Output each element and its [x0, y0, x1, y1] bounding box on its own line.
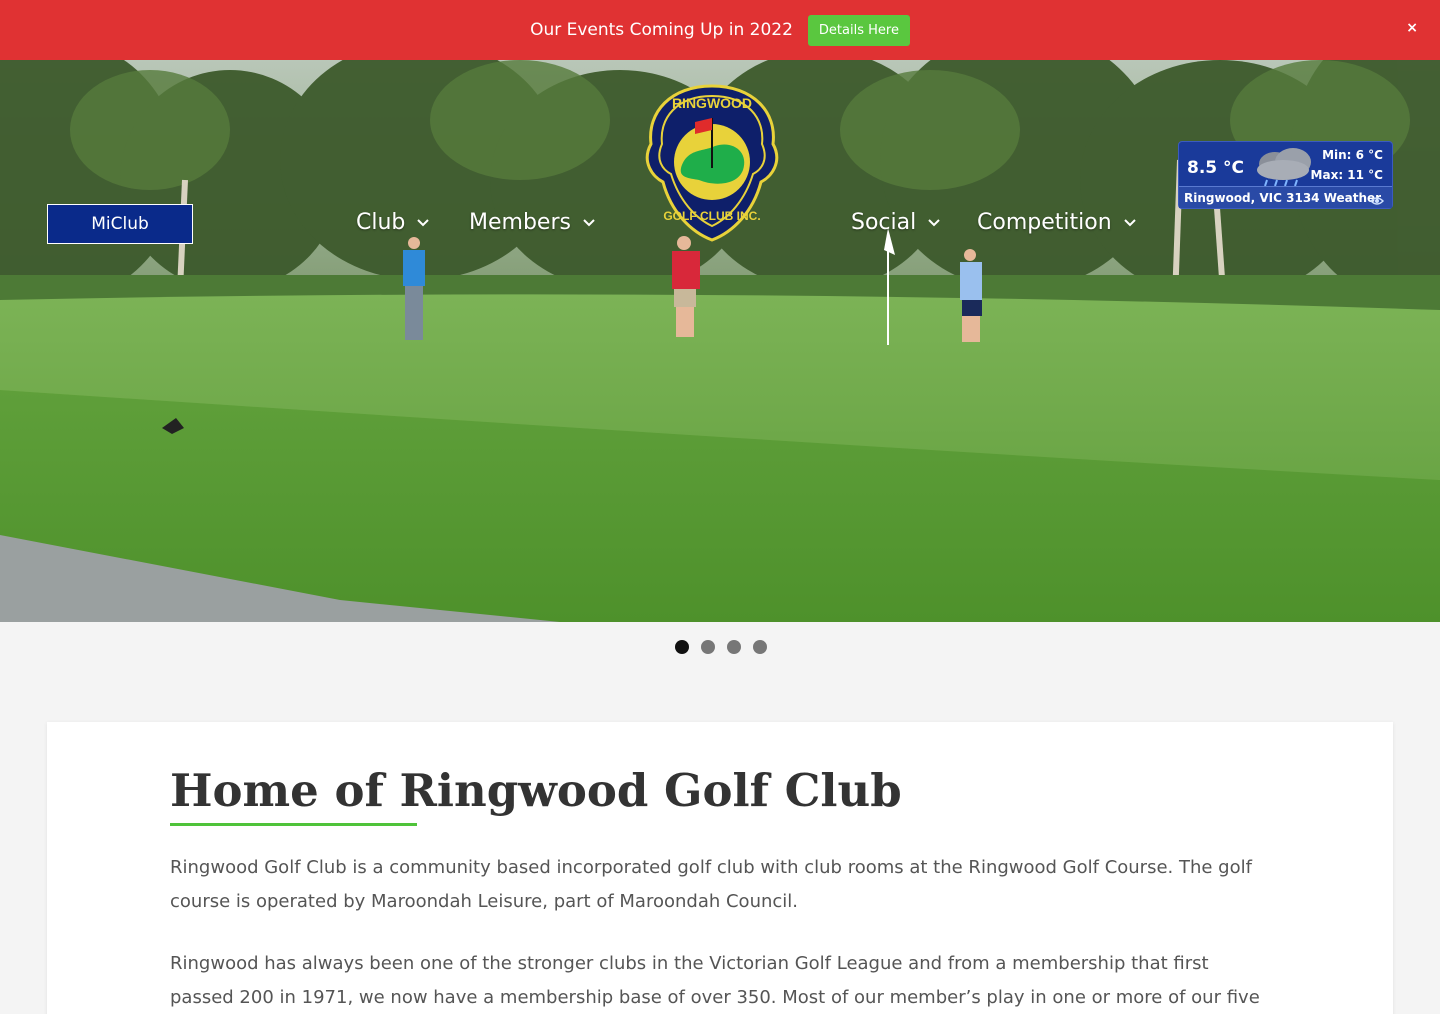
golfer-figure	[403, 237, 425, 340]
slider-dot[interactable]	[727, 640, 741, 654]
eye-icon	[1369, 192, 1385, 214]
nav-competition[interactable]: Competition	[977, 210, 1136, 235]
nav-club[interactable]: Club	[356, 210, 430, 235]
nav-members-label: Members	[469, 210, 571, 235]
weather-max: Max: 11 °C	[1310, 168, 1383, 182]
nav-social[interactable]: Social	[851, 210, 940, 235]
chevron-down-icon	[1123, 215, 1136, 231]
page-title: Home of Ringwood Golf Club	[170, 764, 902, 817]
nav-competition-label: Competition	[977, 210, 1112, 235]
nav-members[interactable]: Members	[469, 210, 595, 235]
weather-min: Min: 6 °C	[1322, 148, 1383, 162]
announcement-text: Our Events Coming Up in 2022	[530, 20, 793, 40]
history-paragraph: Ringwood has always been one of the stro…	[170, 953, 1260, 1008]
weather-temp: 8.5 °C	[1187, 158, 1245, 178]
weather-location: Ringwood, VIC 3134 Weather	[1179, 186, 1392, 208]
svg-text:GOLF CLUB INC.: GOLF CLUB INC.	[663, 209, 760, 223]
hero-image: MiClub Club Members Social Competition R…	[0, 60, 1440, 622]
slider-dots	[675, 640, 767, 654]
slider-dot[interactable]	[753, 640, 767, 654]
slider-dot[interactable]	[675, 640, 689, 654]
chevron-down-icon	[583, 215, 595, 231]
intro-paragraph: Ringwood Golf Club is a community based …	[170, 857, 1252, 912]
close-icon[interactable]: ×	[1406, 20, 1418, 36]
miclub-button[interactable]: MiClub	[47, 204, 193, 244]
nav-club-label: Club	[356, 210, 406, 235]
club-logo[interactable]: RINGWOOD GOLF CLUB INC.	[643, 82, 781, 244]
content-card: Home of Ringwood Golf Club Ringwood Golf…	[47, 722, 1393, 1014]
slider-dot[interactable]	[701, 640, 715, 654]
weather-location-label: Ringwood, VIC 3134 Weather	[1184, 191, 1382, 205]
details-button[interactable]: Details Here	[807, 14, 910, 46]
announcement-bar: Our Events Coming Up in 2022 Details Her…	[0, 0, 1440, 60]
weather-widget[interactable]: 8.5 °C Min: 6 °C Max: 11 °C Ringwood, VI…	[1178, 141, 1393, 209]
chevron-down-icon	[928, 215, 940, 231]
rain-cloud-icon	[1253, 144, 1317, 188]
title-underline	[170, 823, 417, 826]
svg-text:RINGWOOD: RINGWOOD	[672, 95, 752, 111]
nav-social-label: Social	[851, 210, 917, 235]
chevron-down-icon	[417, 215, 430, 231]
